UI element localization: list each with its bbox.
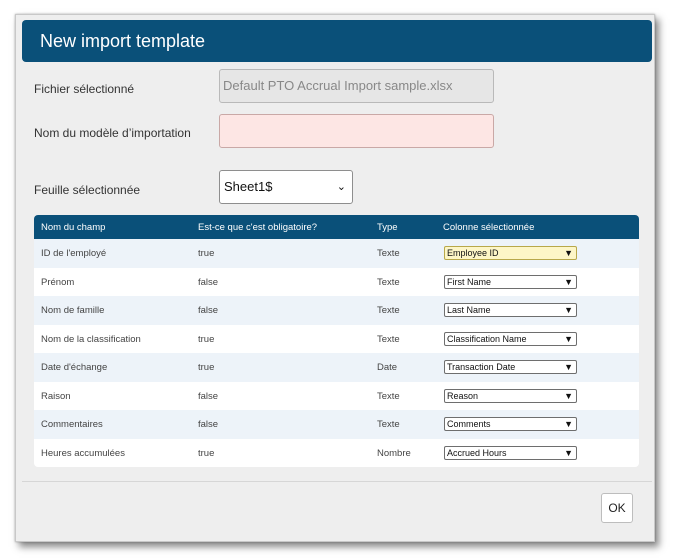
table-row: Raison false Texte Reason ▼ xyxy=(34,382,639,411)
type-cell: Nombre xyxy=(377,447,411,459)
field-name-cell: Nom de famille xyxy=(41,305,105,316)
type-cell: Texte xyxy=(377,276,400,288)
column-select[interactable]: Comments ▼ xyxy=(444,417,577,431)
field-name-cell: Nom de la classification xyxy=(41,333,141,345)
column-select-value: Last Name xyxy=(447,305,491,315)
header-type: Type xyxy=(377,222,398,233)
field-name-cell: Commentaires xyxy=(41,419,103,430)
required-cell: true xyxy=(198,447,215,459)
column-select-value: Accrued Hours xyxy=(447,447,507,458)
column-select[interactable]: Last Name ▼ xyxy=(444,303,577,317)
column-select[interactable]: Transaction Date ▼ xyxy=(444,360,577,374)
required-cell: false xyxy=(198,276,219,288)
column-select-value: Transaction Date xyxy=(447,362,516,372)
column-select-value: Comments xyxy=(447,419,491,429)
chevron-down-icon: ▼ xyxy=(564,447,573,458)
required-cell: false xyxy=(198,305,219,316)
field-name-cell: Date d'échange xyxy=(41,362,108,373)
table-row: Date d'échange true Date Transaction Dat… xyxy=(34,353,639,382)
type-cell: Texte xyxy=(377,248,400,259)
header-required: Est-ce que c'est obligatoire? xyxy=(198,222,318,233)
type-cell: Date xyxy=(377,362,398,373)
required-cell: true xyxy=(198,362,215,373)
column-select[interactable]: Classification Name ▼ xyxy=(444,331,577,346)
import-template-dialog: New import template Fichier sélectionné … xyxy=(15,14,655,542)
field-name-cell: Raison xyxy=(41,390,71,402)
header-field-name: Nom du champ xyxy=(41,222,106,233)
chevron-down-icon: ▼ xyxy=(564,305,573,315)
table-row: Prénom false Texte First Name ▼ xyxy=(34,268,639,297)
chevron-down-icon: ▼ xyxy=(564,390,573,401)
table-header: Nom du champ Est-ce que c'est obligatoir… xyxy=(34,215,639,239)
template-name-input[interactable] xyxy=(219,114,494,148)
table-row: ID de l'employé true Texte Employee ID ▼ xyxy=(34,239,639,268)
ok-button[interactable]: OK xyxy=(601,493,633,523)
required-cell: true xyxy=(198,333,215,345)
chevron-down-icon: ⌄ xyxy=(336,181,346,193)
column-select[interactable]: First Name ▼ xyxy=(444,274,577,289)
table-row: Nom de famille false Texte Last Name ▼ xyxy=(34,296,639,325)
sheet-select[interactable]: Sheet1$ ⌄ xyxy=(219,170,353,204)
column-select-value: Reason xyxy=(447,390,479,401)
table-row: Nom de la classification true Texte Clas… xyxy=(34,325,639,354)
table-row: Heures accumulées true Nombre Accrued Ho… xyxy=(34,439,639,468)
sheet-select-value: Sheet1$ xyxy=(224,179,273,194)
table-row: Commentaires false Texte Comments ▼ xyxy=(34,410,639,439)
header-selected-column: Colonne sélectionnée xyxy=(443,222,535,233)
chevron-down-icon: ▼ xyxy=(564,248,573,258)
type-cell: Texte xyxy=(377,390,400,402)
file-field: Default PTO Accrual Import sample.xlsx xyxy=(219,69,494,103)
file-label: Fichier sélectionné xyxy=(34,82,135,96)
type-cell: Texte xyxy=(377,419,400,430)
column-select-value: Employee ID xyxy=(447,248,499,258)
chevron-down-icon: ▼ xyxy=(564,333,573,344)
field-name-cell: Heures accumulées xyxy=(41,447,125,459)
type-cell: Texte xyxy=(377,333,400,345)
field-name-cell: Prénom xyxy=(41,276,75,288)
field-name-cell: ID de l'employé xyxy=(41,248,107,259)
column-select-value: First Name xyxy=(447,276,492,287)
dialog-title: New import template xyxy=(22,20,652,62)
column-select[interactable]: Reason ▼ xyxy=(444,388,577,403)
required-cell: false xyxy=(198,419,219,430)
column-select[interactable]: Accrued Hours ▼ xyxy=(444,445,577,460)
column-select[interactable]: Employee ID ▼ xyxy=(444,246,577,260)
chevron-down-icon: ▼ xyxy=(564,276,573,287)
type-cell: Texte xyxy=(377,305,400,316)
field-mapping-table: Nom du champ Est-ce que c'est obligatoir… xyxy=(34,215,639,467)
chevron-down-icon: ▼ xyxy=(564,362,573,372)
required-cell: false xyxy=(198,390,219,402)
sheet-label: Feuille sélectionnée xyxy=(34,183,141,197)
column-select-value: Classification Name xyxy=(447,333,527,344)
footer-divider xyxy=(22,481,652,482)
template-name-label: Nom du modèle d’importation xyxy=(34,126,191,140)
required-cell: true xyxy=(198,248,215,259)
chevron-down-icon: ▼ xyxy=(564,419,573,429)
